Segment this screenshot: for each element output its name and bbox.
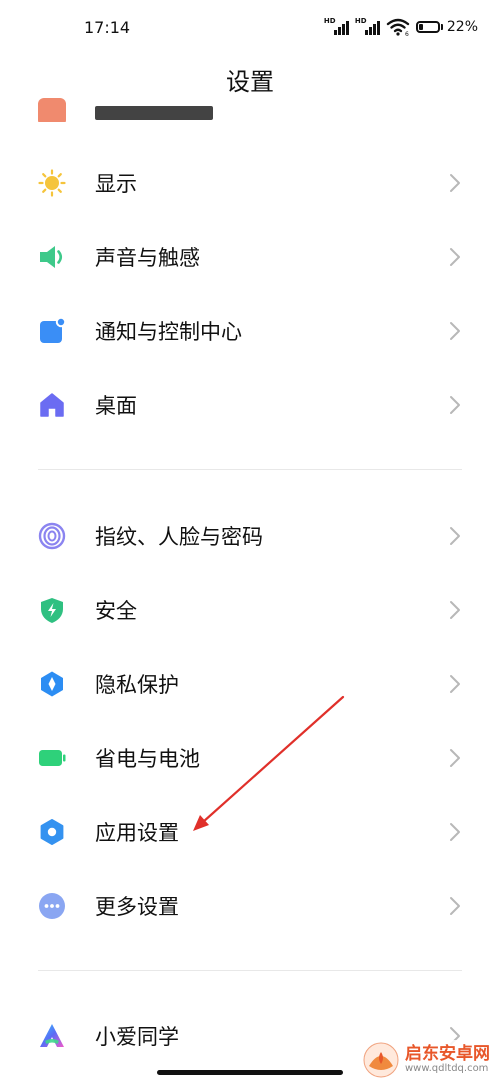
settings-group-display: 显示 声音与触感 通知与控制中心 桌面	[0, 146, 500, 442]
clipped-list-item[interactable]	[0, 96, 500, 122]
watermark-url: www.qdltdq.com	[405, 1062, 489, 1074]
chevron-right-icon	[450, 174, 460, 192]
settings-item-notifications[interactable]: 通知与控制中心	[0, 294, 500, 368]
settings-item-label: 应用设置	[95, 821, 179, 845]
settings-item-label: 指纹、人脸与密码	[95, 525, 263, 549]
section-divider	[38, 469, 462, 470]
chevron-right-icon	[450, 823, 460, 841]
watermark-logo-icon	[363, 1042, 399, 1078]
settings-item-label: 省电与电池	[95, 747, 200, 771]
settings-item-home-screen[interactable]: 桌面	[0, 368, 500, 442]
chevron-right-icon	[450, 248, 460, 266]
settings-item-label: 安全	[95, 599, 137, 623]
settings-item-label: 小爱同学	[95, 1025, 179, 1049]
fingerprint-icon	[38, 522, 66, 550]
settings-item-display[interactable]: 显示	[0, 146, 500, 220]
xiaoai-icon	[38, 1022, 66, 1050]
settings-item-fingerprint[interactable]: 指纹、人脸与密码	[0, 499, 500, 573]
battery-percent: 22%	[446, 19, 478, 35]
battery-indicator: 22%	[415, 19, 478, 35]
settings-item-label: 通知与控制中心	[95, 320, 242, 344]
clipped-item-icon	[38, 98, 66, 122]
chevron-right-icon	[450, 749, 460, 767]
settings-group-security: 指纹、人脸与密码 安全 隐私保护 省电与电池 应用设置 更多设置	[0, 499, 500, 943]
page-title: 设置	[226, 68, 274, 96]
battery-icon	[38, 744, 66, 772]
chevron-right-icon	[450, 897, 460, 915]
settings-item-label: 桌面	[95, 394, 137, 418]
privacy-icon	[38, 670, 66, 698]
settings-item-label: 声音与触感	[95, 246, 200, 270]
brightness-icon	[38, 169, 66, 197]
site-watermark: 启东安卓网 www.qdltdq.com	[359, 1040, 494, 1080]
status-time: 17:14	[84, 18, 131, 37]
speaker-icon	[38, 243, 66, 271]
cellular-signal-icon: HD	[324, 17, 349, 35]
notification-icon	[38, 317, 66, 345]
settings-item-security[interactable]: 安全	[0, 573, 500, 647]
settings-item-battery[interactable]: 省电与电池	[0, 721, 500, 795]
gear-icon	[38, 818, 66, 846]
chevron-right-icon	[450, 675, 460, 693]
chevron-right-icon	[450, 396, 460, 414]
status-icons: HD HD 6 22%	[324, 17, 478, 36]
settings-item-sound[interactable]: 声音与触感	[0, 220, 500, 294]
settings-item-label: 隐私保护	[95, 673, 179, 697]
chevron-right-icon	[450, 601, 460, 619]
settings-item-privacy[interactable]: 隐私保护	[0, 647, 500, 721]
clipped-item-label	[95, 106, 213, 120]
battery-icon	[415, 21, 440, 33]
settings-item-label: 显示	[95, 172, 137, 196]
cellular-signal-icon: HD	[355, 17, 380, 35]
svg-text:6: 6	[405, 31, 409, 36]
chevron-right-icon	[450, 322, 460, 340]
wifi-icon: 6	[386, 18, 410, 36]
more-icon	[38, 892, 66, 920]
watermark-name: 启东安卓网	[405, 1043, 490, 1064]
section-divider	[38, 970, 462, 971]
home-indicator[interactable]	[157, 1070, 343, 1075]
status-bar: 17:14 HD HD 6 22%	[0, 0, 500, 58]
settings-item-more-settings[interactable]: 更多设置	[0, 869, 500, 943]
home-icon	[38, 391, 66, 419]
settings-item-label: 更多设置	[95, 895, 179, 919]
settings-item-app-settings[interactable]: 应用设置	[0, 795, 500, 869]
chevron-right-icon	[450, 527, 460, 545]
shield-icon	[38, 596, 66, 624]
